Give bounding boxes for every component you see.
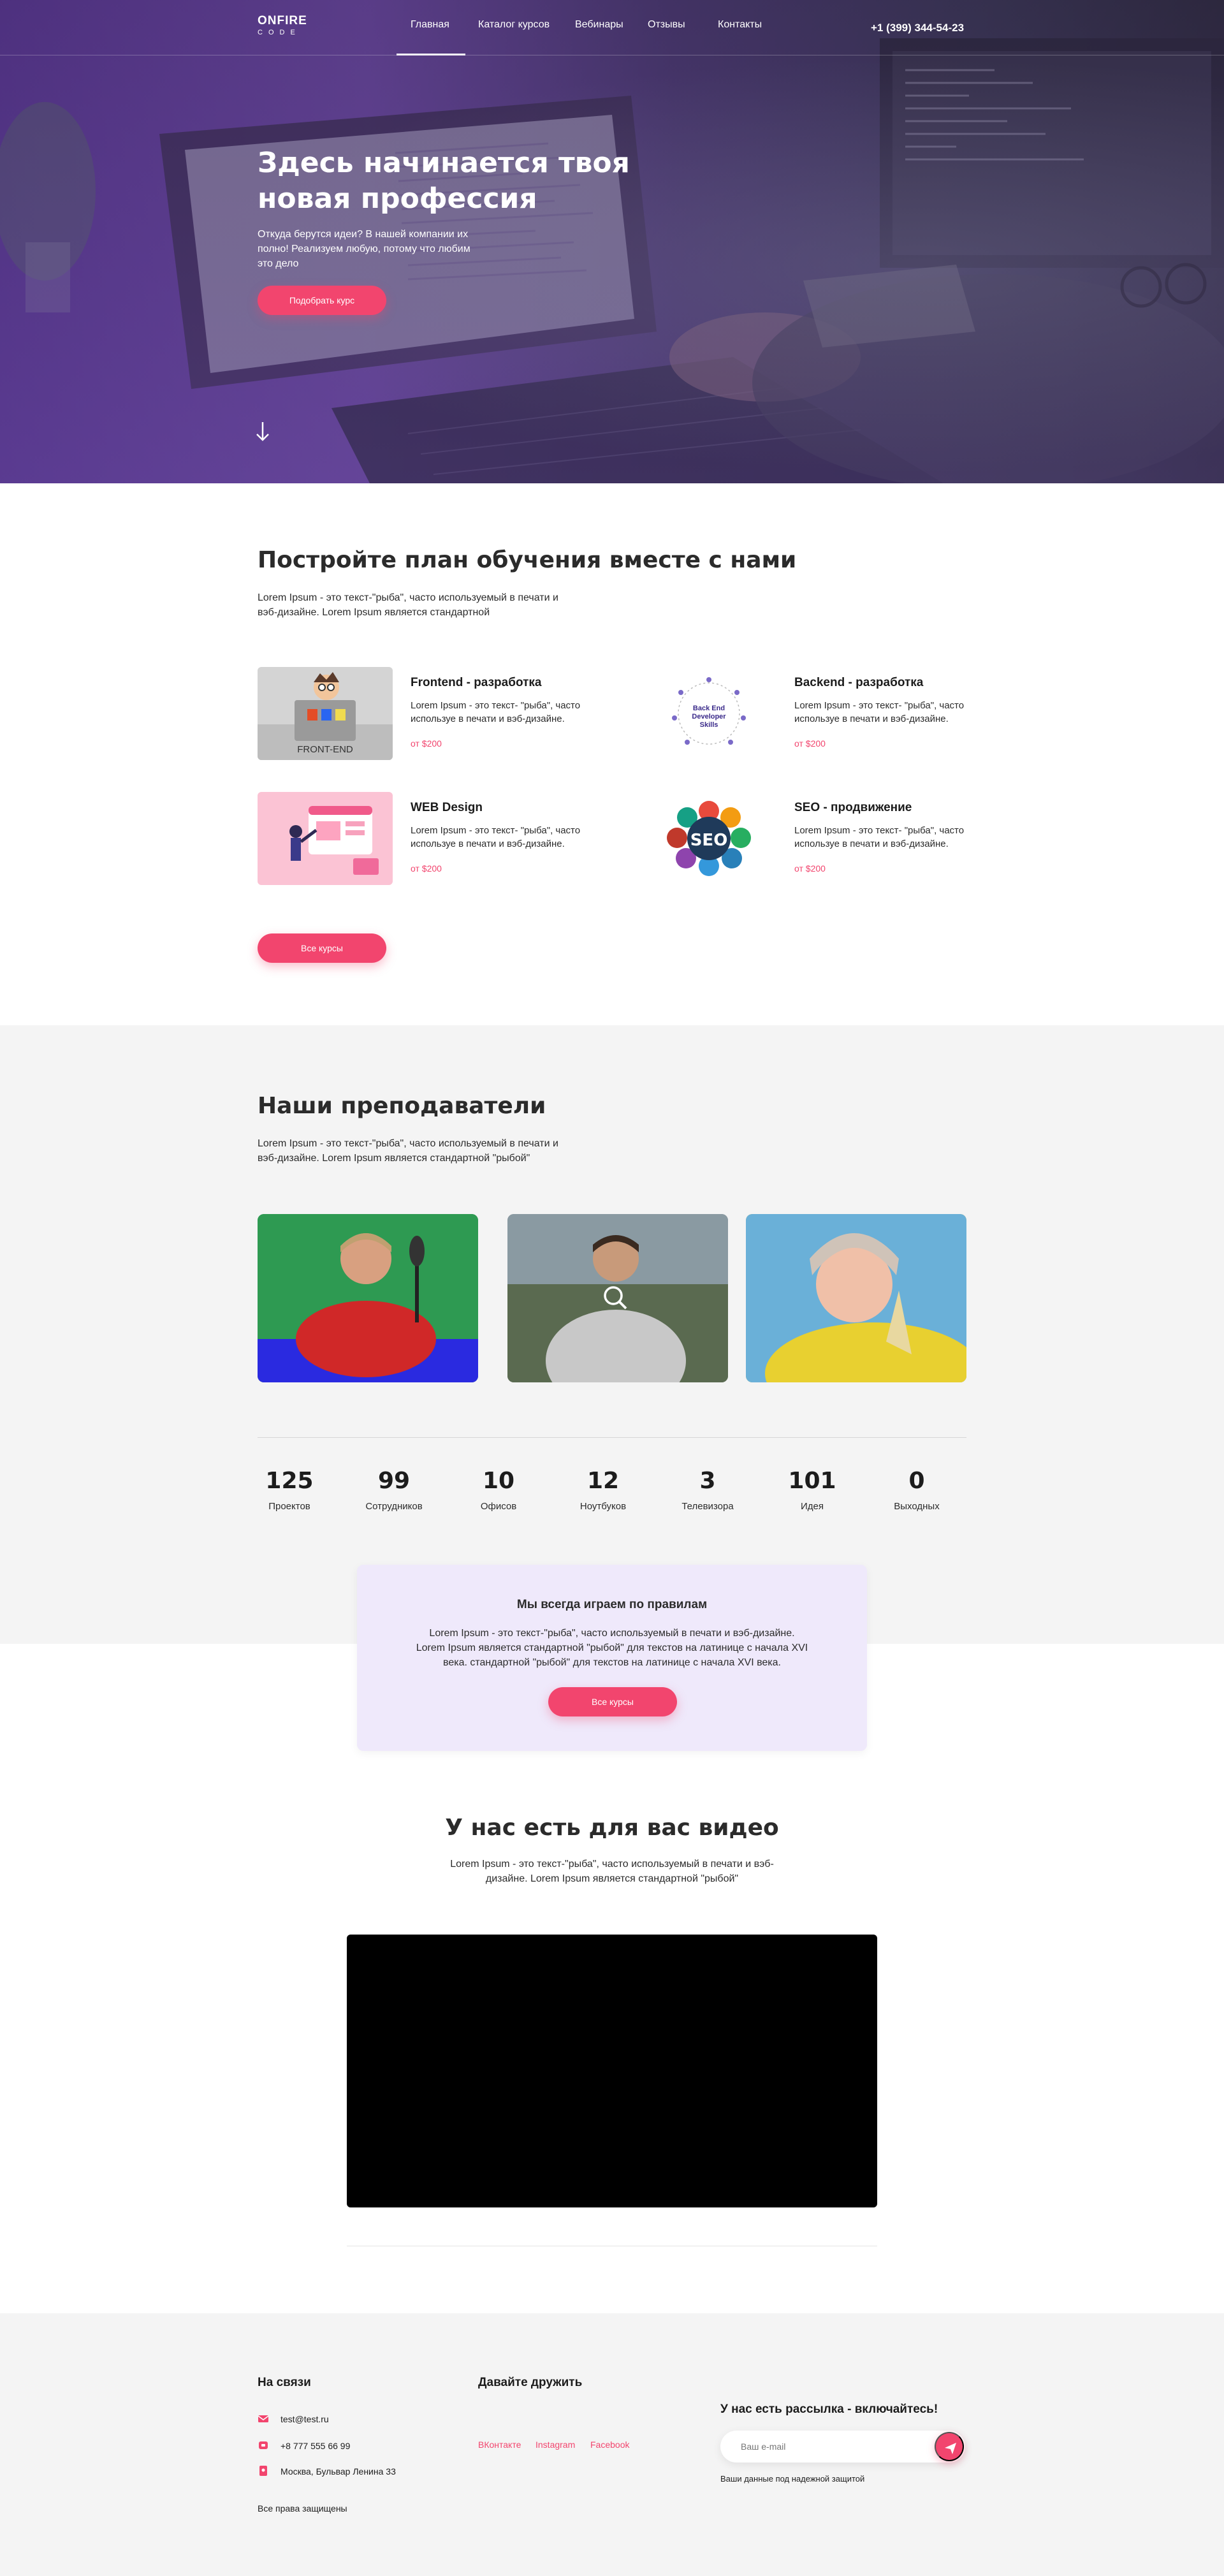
teacher-photo-3[interactable] — [746, 1214, 966, 1382]
stat-label: Проектов — [268, 1501, 310, 1512]
teacher-photo-2[interactable] — [507, 1214, 728, 1382]
stat-label: Телевизора — [681, 1501, 734, 1512]
stat-value: 3 — [699, 1468, 716, 1494]
phone-icon — [259, 2441, 268, 2449]
video-player[interactable] — [347, 1935, 877, 2207]
logo-text-bottom: CODE — [258, 29, 301, 36]
course-title-backend[interactable]: Backend - разработка — [794, 676, 923, 690]
teacher-photo-1[interactable] — [258, 1214, 478, 1382]
footer-email-link[interactable]: test@test.ru — [280, 2414, 329, 2424]
video-lead: Lorem Ipsum - это текст-"рыба", часто ис… — [450, 1859, 774, 1884]
hero-title-line-1: Здесь начинается твоя — [258, 147, 630, 179]
hero-subtitle: Откуда берутся идеи? В нашей компании их… — [258, 229, 470, 269]
nav-item-catalog[interactable]: Каталог курсов — [478, 19, 550, 31]
stat-value: 101 — [788, 1468, 836, 1494]
course-image-frontend[interactable]: FRONT-END — [258, 667, 393, 760]
course-desc-frontend: Lorem Ipsum - это текст- "рыба", часто и… — [411, 700, 581, 724]
subscribe-privacy-note: Ваши данные под надежной защитой — [720, 2474, 865, 2484]
subscribe-email-input[interactable] — [720, 2431, 965, 2463]
stat-label: Офисов — [480, 1501, 517, 1512]
stats-divider — [258, 1437, 966, 1438]
rules-card: Мы всегда играем по правилам Lorem Ipsum… — [357, 1565, 867, 1751]
course-desc-backend: Lorem Ipsum - это текст- "рыба", часто и… — [794, 700, 965, 724]
nav-item-home[interactable]: Главная — [411, 19, 449, 31]
seo-illustration: SEO — [667, 801, 751, 876]
course-price-webdesign: от $200 — [411, 863, 442, 874]
svg-text:Skills: Skills — [700, 721, 718, 729]
course-title-webdesign[interactable]: WEB Design — [411, 801, 483, 815]
location-icon — [259, 2466, 267, 2476]
logo-text-top: ONFIRE — [258, 14, 307, 27]
hero-title-line-2: новая профессия — [258, 182, 537, 215]
nav-item-webinars[interactable]: Вебинары — [575, 19, 623, 31]
all-courses-button[interactable]: Все курсы — [258, 933, 386, 963]
stat-label: Идея — [801, 1501, 824, 1512]
teacher-1-image — [258, 1214, 478, 1382]
rules-text: Lorem Ipsum - это текст-"рыба", часто ис… — [416, 1628, 808, 1668]
svg-text:SEO: SEO — [690, 831, 728, 850]
logo[interactable]: ONFIRE CODE — [258, 14, 307, 36]
courses-title: Постройте план обучения вместе с нами — [258, 547, 797, 573]
footer-social-title: Давайте дружить — [478, 2376, 583, 2389]
nav-active-indicator — [397, 54, 465, 55]
footer-phone-link[interactable]: +8 777 555 66 99 — [280, 2441, 350, 2451]
svg-text:FRONT-END: FRONT-END — [297, 744, 353, 755]
footer-address: Москва, Бульвар Ленина 33 — [280, 2466, 396, 2477]
stat-label: Сотрудников — [365, 1501, 423, 1512]
video-title: У нас есть для вас видео — [445, 1815, 779, 1841]
hero-title: Здесь начинается твоя новая профессия — [258, 145, 653, 217]
header-phone[interactable]: +1 (399) 344-54-23 — [871, 22, 964, 34]
stat-value: 12 — [586, 1468, 620, 1494]
svg-text:Developer: Developer — [692, 713, 726, 721]
send-icon — [945, 2443, 956, 2454]
social-link-instagram[interactable]: Instagram — [536, 2440, 575, 2450]
stat-value: 0 — [908, 1468, 925, 1494]
pick-course-button[interactable]: Подобрать курс — [258, 286, 386, 315]
stat-value: 99 — [377, 1468, 411, 1494]
course-price-frontend: от $200 — [411, 738, 442, 749]
frontend-illustration: FRONT-END — [258, 672, 393, 760]
stat-label: Ноутбуков — [579, 1501, 627, 1512]
footer-copyright: Все права защищены — [258, 2503, 347, 2514]
course-price-seo: от $200 — [794, 863, 826, 874]
teacher-2-image — [507, 1214, 728, 1382]
course-image-seo[interactable]: SEO — [641, 792, 776, 885]
rules-courses-button[interactable]: Все курсы — [548, 1687, 677, 1716]
teachers-title: Наши преподаватели — [258, 1093, 546, 1119]
course-title-seo[interactable]: SEO - продвижение — [794, 801, 912, 815]
subscribe-send-button[interactable] — [935, 2432, 964, 2461]
stat-label: Выходных — [894, 1501, 940, 1512]
footer-subscribe-title: У нас есть рассылка - включайтесь! — [720, 2403, 938, 2416]
stat-value: 10 — [482, 1468, 515, 1494]
social-link-vk[interactable]: ВКонтакте — [478, 2440, 521, 2450]
svg-text:Back End: Back End — [693, 705, 725, 712]
course-price-backend: от $200 — [794, 738, 826, 749]
rules-title: Мы всегда играем по правилам — [516, 1598, 708, 1611]
course-desc-seo: Lorem Ipsum - это текст- "рыба", часто и… — [794, 825, 965, 849]
social-link-facebook[interactable]: Facebook — [590, 2440, 629, 2450]
stat-value: 125 — [265, 1468, 314, 1494]
teacher-3-image — [746, 1214, 966, 1382]
course-image-backend[interactable]: Back End Developer Skills — [641, 667, 776, 760]
webdesign-illustration — [289, 806, 379, 875]
footer-contacts-title: На связи — [258, 2376, 311, 2389]
hero-section — [0, 0, 1224, 483]
courses-lead: Lorem Ipsum - это текст-"рыба", часто ис… — [258, 592, 558, 618]
course-image-webdesign[interactable] — [258, 792, 393, 885]
mail-icon — [258, 2415, 269, 2422]
nav-item-reviews[interactable]: Отзывы — [648, 19, 685, 31]
course-title-frontend[interactable]: Frontend - разработка — [411, 676, 541, 690]
arrow-down-icon[interactable] — [254, 421, 272, 443]
backend-illustration: Back End Developer Skills — [672, 677, 746, 745]
course-desc-webdesign: Lorem Ipsum - это текст- "рыба", часто и… — [411, 825, 581, 849]
nav-item-contacts[interactable]: Контакты — [718, 19, 762, 31]
teachers-lead: Lorem Ipsum - это текст-"рыба", часто ис… — [258, 1138, 558, 1164]
